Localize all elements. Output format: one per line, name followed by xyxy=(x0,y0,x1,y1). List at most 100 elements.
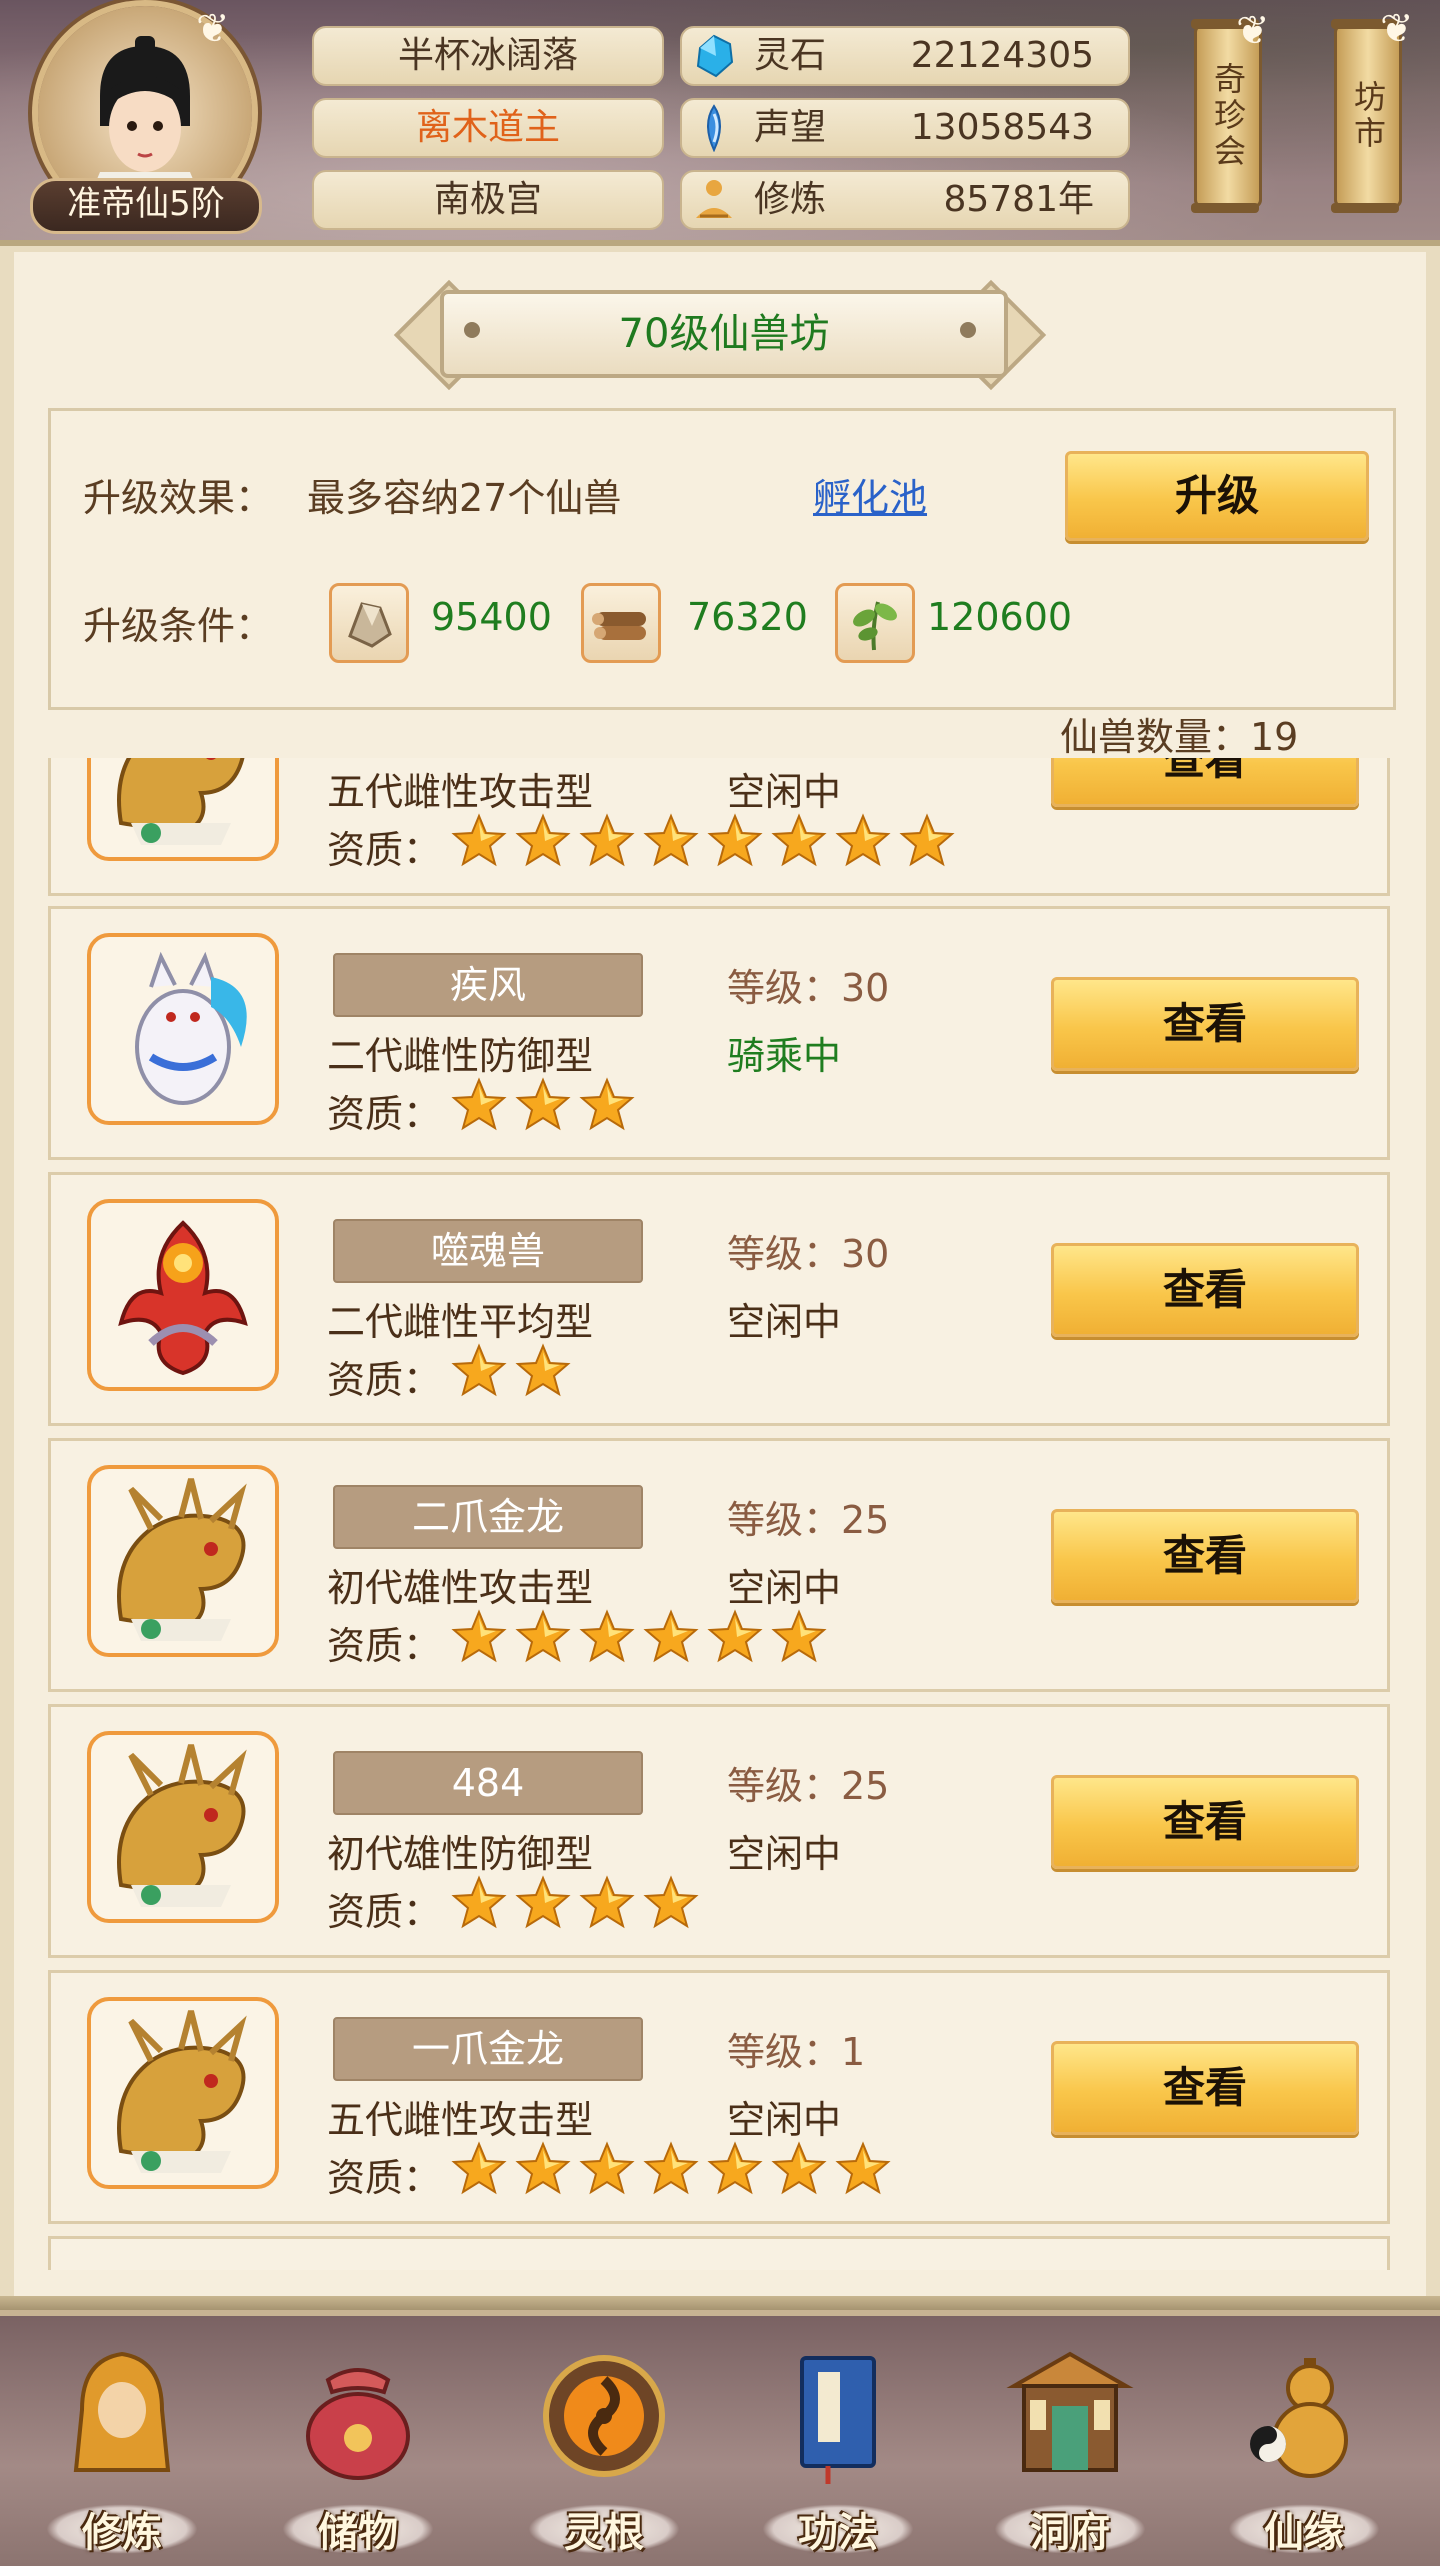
beast-quality-label: 资质： xyxy=(327,1092,442,1136)
player-sect: 南极宫 xyxy=(312,170,664,230)
resource-reputation: 声望 13058543 xyxy=(680,98,1130,158)
resource-value: 13058543 xyxy=(910,107,1094,148)
beast-count: 仙兽数量：19 xyxy=(1060,715,1299,759)
star-icon xyxy=(707,2141,763,2197)
star-icon xyxy=(707,813,763,869)
beast-portrait[interactable] xyxy=(87,1997,279,2189)
beast-state: 空闲中 xyxy=(727,2098,842,2142)
book-icon xyxy=(800,2356,876,2484)
quality-stars xyxy=(451,813,955,869)
star-icon xyxy=(515,1343,571,1399)
view-button[interactable]: 查看 xyxy=(1051,1775,1359,1869)
view-button[interactable]: 查看 xyxy=(1051,2041,1359,2135)
beast-quality-label: 资质： xyxy=(327,1358,442,1402)
beast-level: 等级：1 xyxy=(727,2030,866,2074)
beast-state: 空闲中 xyxy=(727,770,842,814)
beast-portrait[interactable] xyxy=(87,1199,279,1391)
nav-techniques[interactable]: 功法 xyxy=(738,2340,938,2560)
quality-stars xyxy=(451,1609,827,1665)
beast-portrait[interactable] xyxy=(87,1731,279,1923)
beast-name: 疾风 xyxy=(333,953,643,1017)
star-icon xyxy=(515,1609,571,1665)
star-icon xyxy=(515,2141,571,2197)
beast-level: 等级：25 xyxy=(727,1764,890,1808)
hatch-pool-link[interactable]: 孵化池 xyxy=(813,467,927,522)
beast-name: 二爪金龙 xyxy=(333,1485,643,1549)
view-button[interactable]: 查看 xyxy=(1051,758,1359,807)
resource-label: 灵石 xyxy=(754,35,827,76)
title-banner: 70级仙兽坊 xyxy=(390,279,1050,391)
beast-quality-label: 资质： xyxy=(327,828,442,872)
beast-state: 空闲中 xyxy=(727,1832,842,1876)
star-icon xyxy=(451,1875,507,1931)
star-icon xyxy=(579,1875,635,1931)
star-icon xyxy=(451,813,507,869)
beast-type: 初代雄性防御型 xyxy=(327,1832,594,1876)
banner-dot xyxy=(960,322,976,338)
gourd-icon xyxy=(1250,2358,1348,2478)
upgrade-button[interactable]: 升级 xyxy=(1065,451,1369,541)
beast-state: 空闲中 xyxy=(727,1300,842,1344)
beast-portrait[interactable] xyxy=(87,758,279,861)
star-icon xyxy=(515,813,571,869)
nav-fate[interactable]: 仙缘 xyxy=(1204,2340,1404,2560)
butterfly-icon: ❦ xyxy=(1236,8,1270,54)
star-icon xyxy=(579,1077,635,1133)
beast-card: 五代雌性攻击型 空闲中资质： 查看 xyxy=(48,758,1390,896)
star-icon xyxy=(579,2141,635,2197)
spirit-stone-icon xyxy=(696,34,734,78)
beast-type: 五代雌性攻击型 xyxy=(327,2098,594,2142)
monk-icon xyxy=(73,2351,171,2472)
star-icon xyxy=(707,1609,763,1665)
beast-card: 噬魂兽 等级：30 二代雌性平均型 空闲中 资质： 查看 xyxy=(48,1172,1390,1426)
beast-portrait[interactable] xyxy=(87,933,279,1125)
palace-icon xyxy=(1006,2351,1134,2472)
star-icon xyxy=(451,1077,507,1133)
star-icon xyxy=(579,813,635,869)
view-button[interactable]: 查看 xyxy=(1051,977,1359,1071)
resource-spirit-stone: 灵石 22124305 xyxy=(680,26,1130,86)
beast-type: 五代雌性攻击型 xyxy=(327,770,594,814)
upgrade-info-box: 升级效果： 最多容纳27个仙兽 孵化池 升级 升级条件： 95400 76320… xyxy=(48,408,1396,710)
nav-spirit-root[interactable]: 灵根 xyxy=(504,2340,704,2560)
star-icon xyxy=(451,1609,507,1665)
nav-cave-mansion[interactable]: 洞府 xyxy=(970,2340,1170,2560)
nav-storage[interactable]: 储物 xyxy=(258,2340,458,2560)
upgrade-effect-label: 升级效果： xyxy=(83,476,274,520)
beast-level: 等级：30 xyxy=(727,966,890,1010)
avatar-portrait-icon xyxy=(90,36,200,196)
beast-card: 484 等级：25 初代雄性防御型 空闲中 资质： 查看 xyxy=(48,1704,1390,1958)
nav-label: 仙缘 xyxy=(1264,2510,1344,2556)
beast-list[interactable]: 五代雌性攻击型 空闲中 资质： 查看 疾风 等级：30 二代雌性防御型 骑乘中 资质： 查看 噬魂兽… xyxy=(48,758,1392,2270)
beast-portrait[interactable] xyxy=(87,1465,279,1657)
nav-label: 储物 xyxy=(318,2510,398,2556)
banner-dot xyxy=(464,322,480,338)
star-icon xyxy=(451,2141,507,2197)
quality-stars xyxy=(451,1077,635,1133)
upgrade-effect-text: 最多容纳27个仙兽 xyxy=(307,476,622,520)
cultivation-icon xyxy=(696,180,732,218)
star-icon xyxy=(835,2141,891,2197)
beast-state: 空闲中 xyxy=(727,1566,842,1610)
view-button[interactable]: 查看 xyxy=(1051,1509,1359,1603)
star-icon xyxy=(643,1875,699,1931)
player-name: 半杯冰阔落 xyxy=(312,26,664,86)
beast-type: 初代雄性攻击型 xyxy=(327,1566,594,1610)
view-button[interactable]: 查看 xyxy=(1051,1243,1359,1337)
nav-cultivate[interactable]: 修炼 xyxy=(22,2340,222,2560)
quality-stars xyxy=(451,1875,699,1931)
star-icon xyxy=(451,1343,507,1399)
butterfly-icon: ❦ xyxy=(1380,6,1414,52)
beast-name: 一爪金龙 xyxy=(333,2017,643,2081)
star-icon xyxy=(515,1875,571,1931)
upgrade-condition-label: 升级条件： xyxy=(83,604,274,648)
herb-icon xyxy=(835,583,915,663)
star-icon xyxy=(643,2141,699,2197)
nav-label: 修炼 xyxy=(82,2510,162,2556)
material-amount: 120600 xyxy=(927,595,1073,639)
beast-level: 等级：25 xyxy=(727,1498,890,1542)
material-amount: 95400 xyxy=(431,595,552,639)
beast-type: 二代雌性平均型 xyxy=(327,1300,594,1344)
resource-label: 声望 xyxy=(754,107,827,148)
beast-state: 骑乘中 xyxy=(727,1034,842,1078)
